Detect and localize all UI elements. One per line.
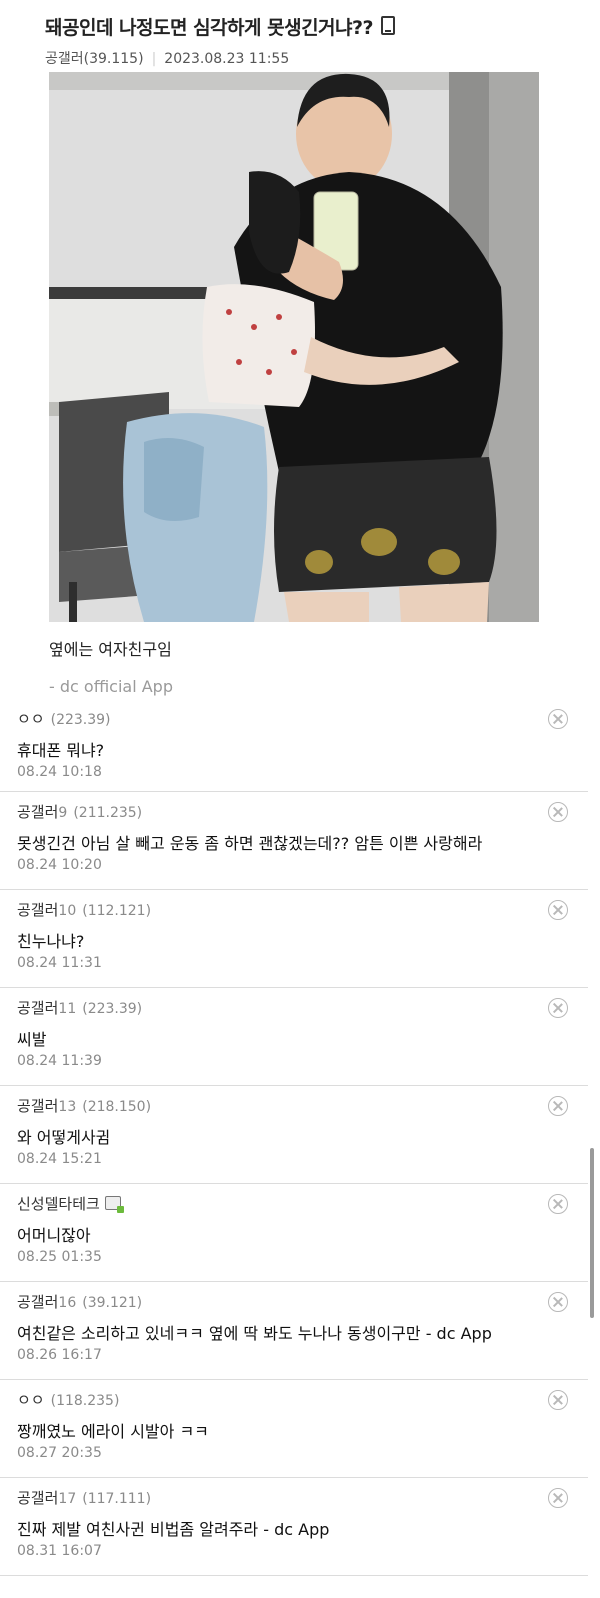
comment-item: 신성델타테크 어머니잖아 08.25 01:35 [0,1184,588,1282]
close-icon[interactable] [548,1194,568,1214]
post-author[interactable]: 공갤러(39.115) [45,51,144,67]
comment-text: 친누나냐? [17,932,85,951]
comment-date: 08.24 15:21 [17,1151,102,1167]
comment-date: 08.27 20:35 [17,1445,102,1461]
comment-item: 공갤러17 (117.111) 진짜 제발 여친사귄 비법좀 알려주라 - dc … [0,1478,588,1576]
comment-author[interactable]: 공갤러16 (39.121) [17,1291,142,1312]
phone-icon [381,16,396,35]
close-icon[interactable] [548,1096,568,1116]
comment-date: 08.24 10:20 [17,857,102,873]
comment-item: 공갤러16 (39.121) 여친같은 소리하고 있네ㅋㅋ 옆에 딱 봐도 누나나… [0,1282,588,1380]
close-icon[interactable] [548,802,568,822]
post-photo-illustration [49,72,539,622]
comment-author[interactable]: 신성델타테크 [17,1193,124,1214]
comment-text: 짱깨였노 에라이 시발아 ㅋㅋ [17,1422,209,1441]
comment-list: ㅇㅇ (223.39) 휴대폰 뭐냐? 08.24 10:18 공갤러9 (211.… [0,699,588,1576]
comment-author[interactable]: 공갤러13 (218.150) [17,1095,151,1116]
comment-text: 와 어떻게사귐 [17,1128,111,1147]
comment-text: 못생긴건 아님 살 빼고 운동 좀 하면 괜찮겠는데?? 암튼 이쁜 사랑해라 [17,834,483,853]
close-icon[interactable] [548,709,568,729]
comment-author[interactable]: 공갤러9 (211.235) [17,801,142,822]
close-icon[interactable] [548,1292,568,1312]
comment-text: 휴대폰 뭐냐? [17,741,105,760]
comment-date: 08.24 11:39 [17,1053,102,1069]
comment-date: 08.24 11:31 [17,955,102,971]
comment-item: 공갤러11 (223.39) 씨발 08.24 11:39 [0,988,588,1086]
comment-date: 08.31 16:07 [17,1543,102,1559]
comment-author[interactable]: 공갤러17 (117.111) [17,1487,151,1508]
gallery-member-icon [104,1196,124,1213]
comment-author[interactable]: ㅇㅇ (118.235) [17,1389,119,1410]
comment-date: 08.26 16:17 [17,1347,102,1363]
comment-item: 공갤러10 (112.121) 친누나냐? 08.24 11:31 [0,890,588,988]
post-date: 2023.08.23 11:55 [164,51,290,67]
comment-author[interactable]: ㅇㅇ (223.39) [17,708,111,729]
scrollbar[interactable] [590,1148,594,1318]
comment-author[interactable]: 공갤러10 (112.121) [17,899,151,920]
comment-date: 08.24 10:18 [17,764,102,780]
comment-item: 공갤러13 (218.150) 와 어떻게사귐 08.24 15:21 [0,1086,588,1184]
post-title: 돼공인데 나정도면 심각하게 못생긴거냐?? [45,13,396,40]
close-icon[interactable] [548,1390,568,1410]
post-caption: 옆에는 여자친구임 [49,640,172,659]
comment-author[interactable]: 공갤러11 (223.39) [17,997,142,1018]
comment-text: 어머니잖아 [17,1226,91,1245]
close-icon[interactable] [548,1488,568,1508]
close-icon[interactable] [548,900,568,920]
close-icon[interactable] [548,998,568,1018]
comment-text: 씨발 [17,1030,47,1049]
comment-text: 진짜 제발 여친사귄 비법좀 알려주라 - dc App [17,1520,330,1539]
comment-item: 공갤러9 (211.235) 못생긴건 아님 살 빼고 운동 좀 하면 괜찮겠는데… [0,792,588,890]
comment-date: 08.25 01:35 [17,1249,102,1265]
post-header: 돼공인데 나정도면 심각하게 못생긴거냐?? 공갤러(39.115) | 2023.… [0,0,600,72]
comment-item: ㅇㅇ (223.39) 휴대폰 뭐냐? 08.24 10:18 [0,699,588,792]
post-photo[interactable] [49,72,539,622]
comment-item: ㅇㅇ (118.235) 짱깨였노 에라이 시발아 ㅋㅋ 08.27 20:35 [0,1380,588,1478]
app-signature: - dc official App [49,677,173,696]
comment-text: 여친같은 소리하고 있네ㅋㅋ 옆에 딱 봐도 누나나 동생이구만 - dc Ap… [17,1324,492,1343]
post-meta: 공갤러(39.115) | 2023.08.23 11:55 [45,48,289,68]
meta-divider: | [151,51,157,67]
